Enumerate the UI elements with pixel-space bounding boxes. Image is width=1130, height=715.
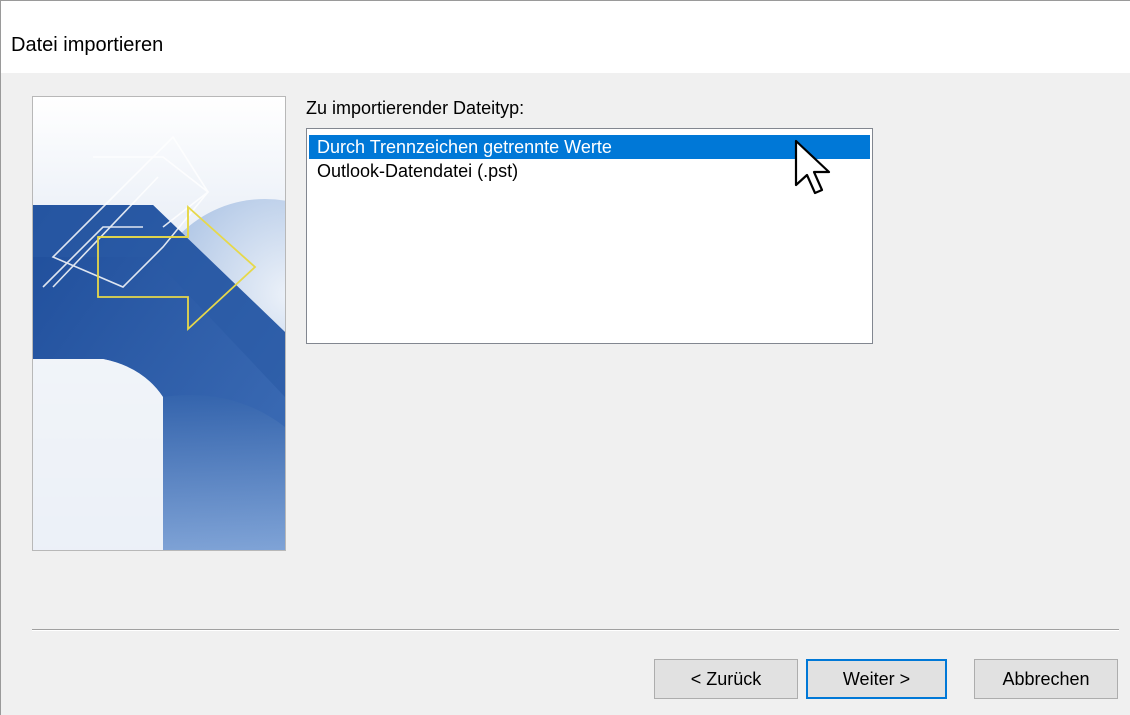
dialog-header: Datei importieren — [1, 1, 1130, 73]
file-type-listbox[interactable]: Durch Trennzeichen getrennte Werte Outlo… — [306, 128, 873, 344]
back-button[interactable]: < Zurück — [654, 659, 798, 699]
list-item-outlook-data-file[interactable]: Outlook-Datendatei (.pst) — [309, 159, 870, 183]
dialog-title: Datei importieren — [11, 34, 164, 56]
file-type-label: Zu importierender Dateityp: — [306, 98, 525, 118]
button-separator — [32, 629, 1119, 631]
cancel-button[interactable]: Abbrechen — [974, 659, 1118, 699]
import-file-dialog: Datei importieren Zu importierender Date… — [0, 0, 1130, 715]
list-item-delimited-values[interactable]: Durch Trennzeichen getrennte Werte — [309, 135, 870, 159]
next-button[interactable]: Weiter > — [806, 659, 947, 699]
import-wizard-banner — [32, 96, 286, 551]
import-arrows-illustration — [33, 97, 285, 550]
